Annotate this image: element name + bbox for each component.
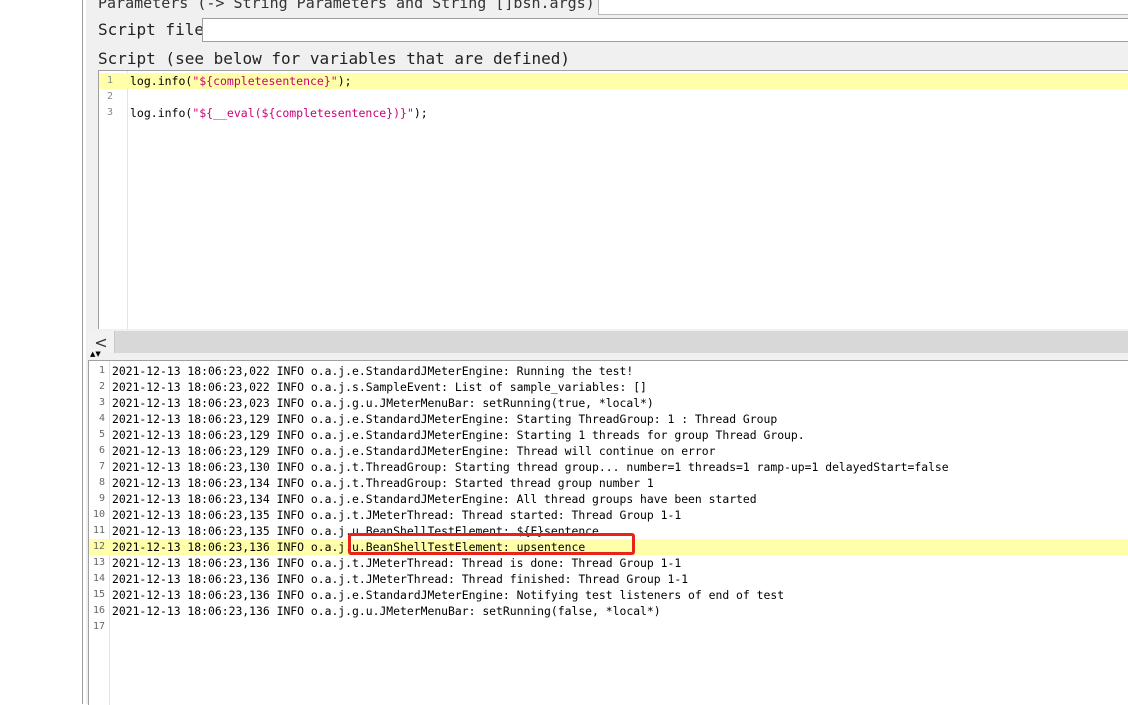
split-pane-divider[interactable] [86, 353, 1128, 359]
code-call: log.info( [130, 74, 193, 88]
split-arrows-icon[interactable]: ▲▼ [90, 351, 101, 358]
log-text: 2021-12-13 18:06:23,136 INFO o.a.j.t.JMe… [112, 572, 689, 586]
log-text: 2021-12-13 18:06:23,136 INFO o.a.j.t.JMe… [112, 556, 682, 570]
script-label: Script (see below for variables that are… [98, 49, 571, 68]
log-text: 2021-12-13 18:06:23,135 INFO o.a.j.t.JMe… [112, 508, 682, 522]
log-line[interactable]: 5 2021-12-13 18:06:23,129 INFO o.a.j.e.St… [89, 427, 1128, 443]
editor-line[interactable]: 1 log.info("${completesentence}"); [99, 73, 1128, 89]
log-line-number: 3 [98, 397, 105, 408]
log-line-number: 6 [98, 445, 105, 456]
parameters-field[interactable] [598, 0, 1128, 15]
code-close: ); [337, 74, 352, 88]
code-text: log.info("${completesentence}"); [130, 73, 352, 89]
script-editor[interactable]: 1 log.info("${completesentence}"); 2 3 log.i… [98, 70, 1128, 329]
pane-divider[interactable] [82, 0, 83, 704]
log-text: 2021-12-13 18:06:23,129 INFO o.a.j.e.Sta… [112, 428, 805, 442]
line-number: 2 [106, 91, 113, 102]
log-line-number: 5 [98, 429, 105, 440]
log-line-number: 7 [98, 461, 105, 472]
log-line[interactable]: 2 2021-12-13 18:06:23,022 INFO o.a.j.s.Sa… [89, 379, 1128, 395]
editor-line[interactable]: 2 [99, 89, 1128, 105]
log-line-number: 12 [92, 541, 105, 552]
log-line-number: 1 [98, 365, 105, 376]
log-text: 2021-12-13 18:06:23,134 INFO o.a.j.t.Thr… [112, 476, 654, 490]
log-text: 2021-12-13 18:06:23,129 INFO o.a.j.e.Sta… [112, 412, 778, 426]
left-pane [0, 0, 82, 704]
log-line[interactable]: 4 2021-12-13 18:06:23,129 INFO o.a.j.e.St… [89, 411, 1128, 427]
string-literal: "${__eval(${completesentence})}" [192, 106, 414, 120]
log-line[interactable]: 17 [89, 619, 1128, 635]
log-text: 2021-12-13 18:06:23,023 INFO o.a.j.g.u.J… [112, 396, 654, 410]
string-literal: "${completesentence}" [192, 74, 338, 88]
code-text: log.info("${__eval(${completesentence})}… [130, 105, 428, 121]
log-line-number: 8 [98, 477, 105, 488]
line-number: 3 [106, 107, 113, 118]
code-call: log.info( [130, 106, 193, 120]
log-line[interactable]: 14 2021-12-13 18:06:23,136 INFO o.a.j.t.J… [89, 571, 1128, 587]
log-line-number: 13 [92, 557, 105, 568]
log-line[interactable]: 13 2021-12-13 18:06:23,136 INFO o.a.j.t.J… [89, 555, 1128, 571]
log-line[interactable]: 3 2021-12-13 18:06:23,023 INFO o.a.j.g.u.… [89, 395, 1128, 411]
log-line-number: 9 [98, 493, 105, 504]
log-line-number: 15 [92, 589, 105, 600]
log-text: 2021-12-13 18:06:23,022 INFO o.a.j.e.Sta… [112, 364, 634, 378]
log-line[interactable]: 6 2021-12-13 18:06:23,129 INFO o.a.j.e.St… [89, 443, 1128, 459]
script-file-input[interactable] [202, 18, 1128, 42]
log-line-number: 11 [92, 525, 105, 536]
log-line-number: 10 [92, 509, 105, 520]
log-line[interactable]: 1 2021-12-13 18:06:23,022 INFO o.a.j.e.St… [89, 363, 1128, 379]
parameters-label: Parameters (-> String Parameters and Str… [98, 0, 602, 14]
line-number: 1 [106, 75, 113, 86]
highlight-callout-box [348, 533, 635, 555]
log-line[interactable]: 15 2021-12-13 18:06:23,136 INFO o.a.j.e.S… [89, 587, 1128, 603]
log-text: 2021-12-13 18:06:23,134 INFO o.a.j.e.Sta… [112, 492, 757, 506]
log-line[interactable]: 7 2021-12-13 18:06:23,130 INFO o.a.j.t.Th… [89, 459, 1128, 475]
log-line[interactable]: 10 2021-12-13 18:06:23,135 INFO o.a.j.t.J… [89, 507, 1128, 523]
log-line-number: 4 [98, 413, 105, 424]
log-line-number: 2 [98, 381, 105, 392]
log-line[interactable]: 8 2021-12-13 18:06:23,134 INFO o.a.j.t.Th… [89, 475, 1128, 491]
log-line[interactable]: 16 2021-12-13 18:06:23,136 INFO o.a.j.g.u… [89, 603, 1128, 619]
code-close: ); [413, 106, 428, 120]
log-line-number: 17 [92, 621, 105, 632]
script-file-label: Script file [98, 20, 204, 39]
log-line-number: 16 [92, 605, 105, 616]
log-text: 2021-12-13 18:06:23,022 INFO o.a.j.s.Sam… [112, 380, 647, 394]
log-text: 2021-12-13 18:06:23,136 INFO o.a.j.e.Sta… [112, 588, 785, 602]
log-line[interactable]: 9 2021-12-13 18:06:23,134 INFO o.a.j.e.St… [89, 491, 1128, 507]
editor-line[interactable]: 3 log.info("${__eval(${completesentence})… [99, 105, 1128, 121]
log-line-number: 14 [92, 573, 105, 584]
horizontal-scrollbar[interactable]: < [88, 331, 1128, 353]
log-text: 2021-12-13 18:06:23,129 INFO o.a.j.e.Sta… [112, 444, 716, 458]
log-text: 2021-12-13 18:06:23,130 INFO o.a.j.t.Thr… [112, 460, 949, 474]
log-text: 2021-12-13 18:06:23,136 INFO o.a.j.g.u.J… [112, 604, 661, 618]
